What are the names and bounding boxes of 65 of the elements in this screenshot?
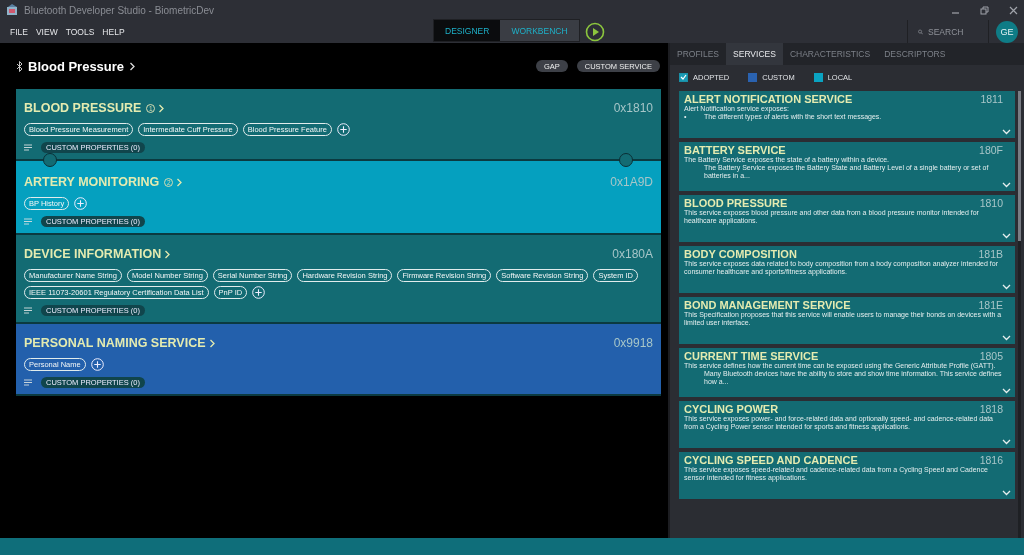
menu-item[interactable]: VIEW [35, 26, 58, 37]
chevron-right-icon[interactable] [129, 61, 137, 71]
window-title: Bluetooth Developer Studio - BiometricDev [24, 4, 215, 16]
search-icon [918, 27, 923, 36]
service-uuid: 181B [978, 248, 1003, 260]
menu-item[interactable]: FILE [10, 26, 28, 37]
mode-tab[interactable]: WORKBENCH [500, 20, 579, 41]
chevron-down-icon[interactable] [1002, 335, 1011, 341]
profile-title: Blood Pressure [28, 58, 125, 74]
service-uuid: 1816 [979, 454, 1003, 466]
service-uuid: 1818 [979, 403, 1003, 415]
service-name: ARTERY MONITORING [24, 175, 160, 189]
service-uuid: 0x9918 [613, 336, 653, 350]
list-icon[interactable] [24, 307, 32, 314]
chevron-down-icon[interactable] [1002, 490, 1011, 496]
service-uuid: 1811 [980, 93, 1003, 105]
add-icon[interactable] [252, 286, 266, 299]
user-avatar[interactable]: GE [996, 20, 1018, 43]
service-name: PERSONAL NAMING SERVICE [24, 336, 206, 350]
chevron-down-icon[interactable] [1002, 388, 1011, 394]
service-name: BODY COMPOSITION [684, 248, 797, 260]
add-icon[interactable] [90, 358, 104, 371]
panel-tab[interactable]: CHARACTERISTICS [782, 43, 878, 65]
search-field[interactable]: SEARCH [928, 26, 978, 37]
filter-checkbox[interactable] [679, 72, 688, 82]
service-uuid: 0x1810 [613, 101, 653, 115]
menu-item[interactable]: HELP [102, 26, 125, 37]
service-catalog-card[interactable] [679, 348, 1015, 397]
chevron-down-icon[interactable] [1002, 182, 1011, 188]
play-button-icon[interactable] [584, 21, 605, 42]
service-uuid: 181E [978, 299, 1003, 311]
service-name: CYCLING SPEED AND CADENCE [684, 454, 858, 466]
close-icon[interactable] [1009, 5, 1018, 15]
chevron-down-icon[interactable] [1002, 284, 1011, 290]
service-uuid: 1805 [979, 350, 1003, 362]
service-name: ALERT NOTIFICATION SERVICE [684, 93, 853, 105]
checkmark-icon [680, 74, 687, 80]
list-icon[interactable] [24, 144, 32, 151]
list-icon[interactable] [24, 379, 32, 386]
add-icon[interactable] [336, 123, 350, 136]
service-uuid: 180F [979, 144, 1003, 156]
panel-tab[interactable]: SERVICES [726, 43, 783, 65]
scrollbar-thumb[interactable] [1018, 91, 1021, 241]
app-logo-icon [6, 4, 18, 16]
chevron-down-icon[interactable] [1002, 129, 1011, 135]
service-name: BATTERY SERVICE [684, 144, 786, 156]
service-uuid: 1810 [979, 197, 1003, 209]
service-name: DEVICE INFORMATION [24, 247, 162, 261]
service-name: BOND MANAGEMENT SERVICE [684, 299, 851, 311]
service-name: BLOOD PRESSURE [684, 197, 788, 209]
chevron-down-icon[interactable] [1002, 439, 1011, 445]
service-name: CURRENT TIME SERVICE [684, 350, 819, 362]
chevron-down-icon[interactable] [1002, 233, 1011, 239]
mode-tab[interactable]: DESIGNER [434, 20, 501, 41]
service-card[interactable] [16, 235, 661, 324]
panel-tab[interactable]: PROFILES [670, 43, 727, 65]
panel-tab[interactable]: DESCRIPTORS [877, 43, 953, 65]
service-uuid: 0x1A9D [610, 175, 653, 189]
add-icon[interactable] [74, 197, 88, 210]
menu-item[interactable]: TOOLS [65, 26, 95, 37]
service-name: BLOOD PRESSURE [24, 101, 142, 115]
bluetooth-icon [16, 60, 23, 72]
restore-icon[interactable] [980, 5, 989, 15]
service-name: CYCLING POWER [684, 403, 779, 415]
service-uuid: 0x180A [612, 247, 653, 261]
